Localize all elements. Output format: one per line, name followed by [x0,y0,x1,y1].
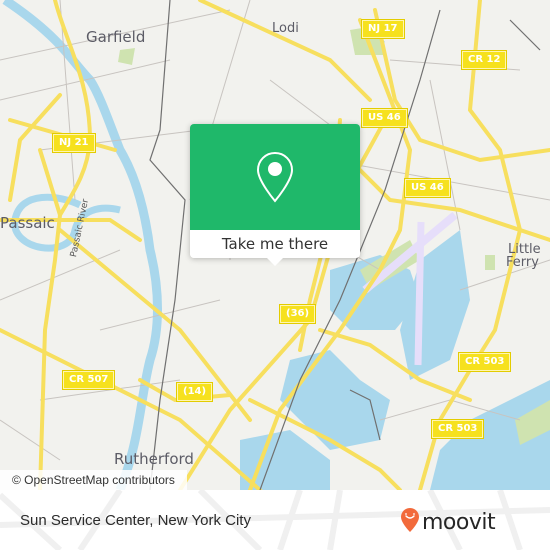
route-shield-nj21: NJ 21 [53,134,95,152]
route-shield-cr503-b: CR 503 [432,420,484,438]
moovit-wordmark: moovit [422,509,496,535]
route-shield-us46-a: US 46 [362,109,407,127]
moovit-pin-icon [400,507,420,537]
airport-runway-2 [414,221,425,366]
route-shield-us46-b: US 46 [405,179,450,197]
destination-popup[interactable]: Take me there [190,124,360,266]
park-4 [118,48,135,65]
popup-header [190,124,360,230]
footer-bar: Sun Service Center, New York City moovit [0,490,550,550]
route-shield-cr12: CR 12 [462,51,507,69]
popup-pointer [267,258,283,266]
place-label-ferry: Ferry [506,255,539,270]
map-view[interactable]: Garfield Lodi Passaic Passaic River Litt… [0,0,550,490]
take-me-there-button[interactable]: Take me there [190,230,360,258]
route-shield-36: (36) [280,305,316,323]
route-shield-cr507: CR 507 [63,371,115,389]
park-5 [485,255,495,270]
route-shield-14: (14) [177,383,213,401]
place-label-passaic: Passaic [0,214,55,232]
route-shield-nj17: NJ 17 [362,20,404,38]
place-label-lodi: Lodi [272,21,299,36]
map-pin-icon [256,151,294,207]
place-label-garfield: Garfield [86,28,146,46]
osm-attribution[interactable]: © OpenStreetMap contributors [0,470,187,490]
place-label-rutherford: Rutherford [114,450,194,468]
location-title: Sun Service Center, New York City [20,512,251,529]
moovit-logo[interactable]: moovit [400,507,496,537]
route-shield-cr503-a: CR 503 [459,353,511,371]
